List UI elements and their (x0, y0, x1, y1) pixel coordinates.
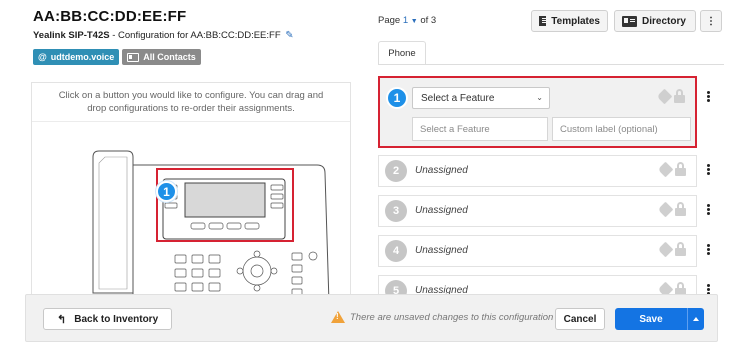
chevron-down-icon: ⌄ (536, 93, 543, 102)
line-key-marker[interactable]: 1 (156, 181, 177, 202)
phone-panel: Click on a button you would like to conf… (31, 82, 351, 303)
slot-label: Unassigned (415, 245, 468, 256)
key-slot-active[interactable]: 1 Select a Feature ⌄ Select a Feature Cu… (378, 76, 697, 148)
selected-key-highlight[interactable] (156, 168, 294, 242)
vertical-ellipsis-icon: ⋮ (706, 15, 716, 27)
directory-icon (622, 15, 637, 27)
tag-icon[interactable] (657, 241, 674, 258)
back-label: Back to Inventory (74, 313, 159, 325)
slot-number-badge: 1 (386, 87, 408, 109)
page-prefix: Page (378, 15, 403, 26)
page-current: 1 (402, 15, 409, 26)
slot-actions (657, 201, 686, 218)
page-title: AA:BB:CC:DD:EE:FF (33, 8, 187, 25)
page-indicator[interactable]: Page 1 ▼ of 3 (378, 15, 436, 26)
more-options-button[interactable]: ⋮ (700, 10, 722, 32)
tag-icon[interactable] (657, 201, 674, 218)
slot-actions (657, 161, 686, 178)
contacts-badge-label: All Contacts (143, 52, 196, 62)
slot-number-badge: 2 (385, 160, 407, 182)
lock-icon[interactable] (675, 162, 686, 176)
reply-arrow-icon: ↰ (57, 313, 67, 326)
unsaved-message: There are unsaved changes to this config… (350, 311, 554, 323)
feature-search-input[interactable]: Select a Feature (412, 117, 548, 141)
unsaved-warning: There are unsaved changes to this config… (331, 311, 553, 323)
custom-label-input[interactable]: Custom label (optional) (552, 117, 691, 141)
divider (32, 121, 350, 122)
cancel-button[interactable]: Cancel (555, 308, 605, 330)
instructions-text: Click on a button you would like to conf… (58, 90, 324, 114)
at-sign-icon: @ (38, 52, 47, 62)
slot-menu-icon[interactable] (703, 90, 713, 103)
edit-pencil-icon[interactable]: ✎ (285, 30, 293, 41)
slot-menu-icon[interactable] (703, 203, 713, 216)
slot-actions (656, 88, 685, 105)
caret-down-icon: ▼ (410, 18, 418, 25)
device-subtitle: Yealink SIP-T42S - Configuration for AA:… (33, 30, 294, 41)
lock-icon[interactable] (674, 89, 685, 103)
domain-badge[interactable]: @ udtdemo.voice (33, 49, 120, 65)
slot-label: Unassigned (415, 205, 468, 216)
key-slot[interactable]: 2 Unassigned (378, 155, 697, 187)
contacts-badge[interactable]: All Contacts (122, 49, 201, 65)
key-slot[interactable]: 4 Unassigned (378, 235, 697, 267)
slot-number-badge: 4 (385, 240, 407, 262)
lock-icon[interactable] (675, 202, 686, 216)
domain-badge-label: udtdemo.voice (50, 52, 115, 62)
slot-menu-icon[interactable] (703, 243, 713, 256)
feature-input-placeholder: Select a Feature (420, 123, 490, 135)
templates-button[interactable]: Templates (531, 10, 608, 32)
lock-icon[interactable] (675, 242, 686, 256)
badge-row: @ udtdemo.voice All Contacts (33, 49, 201, 65)
tab-underline (378, 64, 724, 65)
directory-button[interactable]: Directory (614, 10, 696, 32)
templates-icon (539, 16, 549, 26)
device-model: Yealink SIP-T42S (33, 30, 110, 41)
back-to-inventory-button[interactable]: ↰ Back to Inventory (43, 308, 172, 330)
page-toolbar: Page 1 ▼ of 3 Templates Directory ⋮ (378, 10, 724, 40)
save-button[interactable]: Save (615, 308, 687, 330)
custom-label-placeholder: Custom label (optional) (560, 123, 658, 135)
tab-phone[interactable]: Phone (378, 41, 426, 65)
feature-select[interactable]: Select a Feature ⌄ (412, 87, 550, 109)
config-text: - Configuration for AA:BB:CC:DD:EE:FF (109, 30, 281, 41)
slot-actions (657, 241, 686, 258)
directory-label: Directory (642, 15, 686, 27)
page-suffix: of 3 (417, 15, 437, 26)
slot-label: Unassigned (415, 165, 468, 176)
key-slot[interactable]: 3 Unassigned (378, 195, 697, 227)
slot-number-badge: 3 (385, 200, 407, 222)
templates-label: Templates (551, 15, 600, 27)
tag-icon[interactable] (656, 88, 673, 105)
footer-action-bar: ↰ Back to Inventory There are unsaved ch… (25, 294, 718, 342)
warning-icon (331, 311, 345, 323)
contact-card-icon (127, 52, 140, 62)
save-options-caret-icon[interactable] (687, 308, 704, 330)
tag-icon[interactable] (657, 161, 674, 178)
slot-menu-icon[interactable] (703, 163, 713, 176)
feature-select-value: Select a Feature (421, 92, 495, 104)
